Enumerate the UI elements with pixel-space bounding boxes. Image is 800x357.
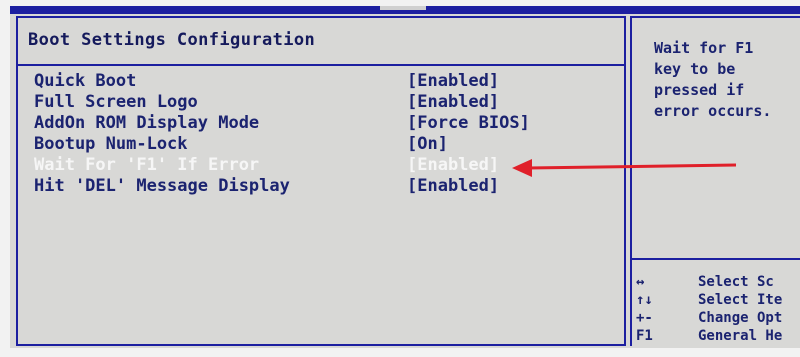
setting-value[interactable]: [Enabled] (407, 71, 499, 91)
key-hint-select-screen: ↔ Select Sc (636, 274, 800, 292)
setting-label: Quick Boot (34, 71, 137, 91)
help-line: error occurs. (654, 102, 772, 120)
title-divider (18, 64, 624, 66)
setting-addon-rom-display-mode[interactable]: AddOn ROM Display Mode [Force BIOS] (34, 113, 594, 134)
help-line: key to be (654, 60, 736, 78)
help-line: Wait for F1 (654, 39, 754, 57)
key-hint-label: Change Opt (698, 310, 783, 326)
help-divider (632, 258, 800, 260)
setting-value[interactable]: [On] (407, 134, 448, 154)
setting-value[interactable]: [Force BIOS] (407, 113, 530, 133)
left-right-arrow-icon: ↔ (636, 274, 645, 290)
key-hint-general-help: F1 General He (636, 328, 800, 346)
f1-key-icon: F1 (636, 328, 653, 344)
bios-top-bar (10, 6, 800, 14)
key-hint-label: Select Ite (698, 292, 783, 308)
key-hint-select-item: ↑↓ Select Ite (636, 292, 800, 310)
up-down-arrow-icon: ↑↓ (636, 292, 653, 308)
setting-value[interactable]: [Enabled] (407, 176, 499, 196)
setting-quick-boot[interactable]: Quick Boot [Enabled] (34, 71, 594, 92)
help-description: Wait for F1 key to be pressed if error o… (654, 38, 800, 122)
plus-minus-key-icon: +- (636, 310, 653, 326)
bios-screen: Boot Settings Configuration Quick Boot [… (10, 6, 800, 348)
setting-value[interactable]: [Enabled] (407, 155, 499, 175)
setting-full-screen-logo[interactable]: Full Screen Logo [Enabled] (34, 92, 594, 113)
page-title: Boot Settings Configuration (28, 30, 316, 50)
settings-panel: Boot Settings Configuration Quick Boot [… (16, 16, 626, 346)
setting-label: Wait For 'F1' If Error (34, 155, 260, 175)
top-bar-tab-mark (380, 6, 426, 10)
key-hint-label: General He (698, 328, 783, 344)
help-panel: Wait for F1 key to be pressed if error o… (630, 16, 800, 346)
setting-label: Bootup Num-Lock (34, 134, 188, 154)
setting-bootup-num-lock[interactable]: Bootup Num-Lock [On] (34, 134, 594, 155)
setting-value[interactable]: [Enabled] (407, 92, 499, 112)
setting-label: AddOn ROM Display Mode (34, 113, 260, 133)
setting-label: Hit 'DEL' Message Display (34, 176, 290, 196)
red-arrow-icon (512, 159, 737, 177)
key-hint-label: Select Sc (698, 274, 774, 290)
key-hint-change-option: +- Change Opt (636, 310, 800, 328)
help-line: pressed if (654, 81, 745, 99)
setting-label: Full Screen Logo (34, 92, 198, 112)
